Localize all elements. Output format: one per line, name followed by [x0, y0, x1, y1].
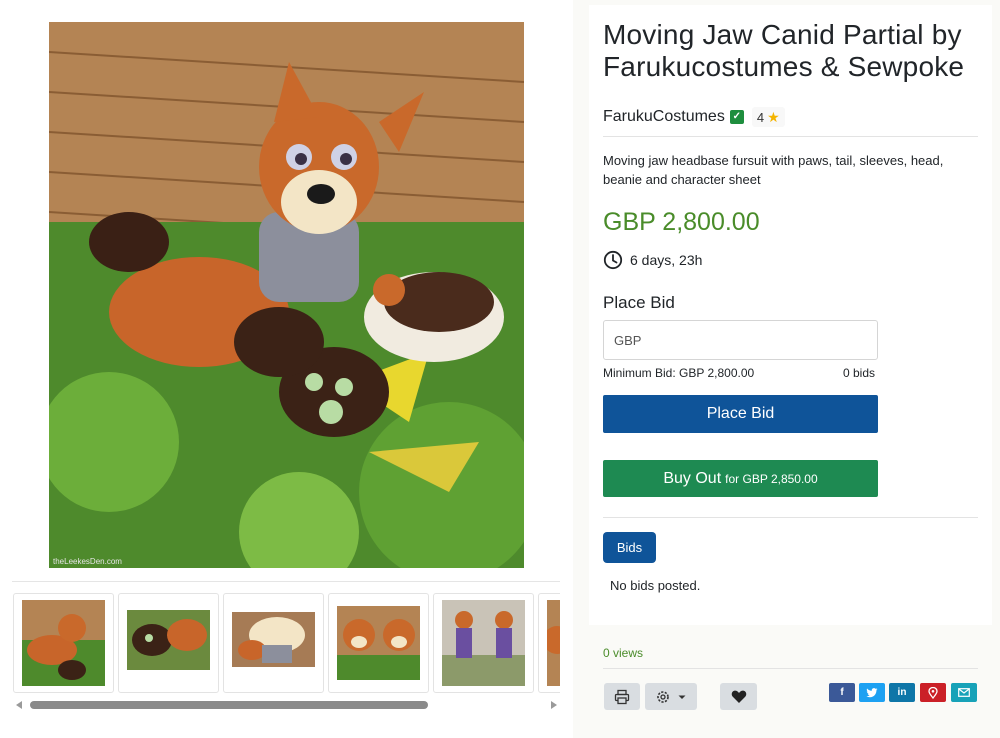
- thumbnail-image: [22, 600, 105, 686]
- settings-dropdown-button[interactable]: [645, 683, 697, 710]
- listing-details-panel: Moving Jaw Canid Partial by Farukucostum…: [589, 5, 992, 625]
- seller-name-link[interactable]: FarukuCostumes: [603, 108, 725, 126]
- printer-icon: [614, 689, 630, 704]
- place-bid-button[interactable]: Place Bid: [603, 395, 878, 433]
- share-email-button[interactable]: [951, 683, 977, 702]
- listing-price: GBP 2,800.00: [603, 208, 760, 236]
- bid-amount-input[interactable]: [603, 320, 878, 360]
- twitter-icon: [866, 687, 878, 697]
- listing-description: Moving jaw headbase fursuit with paws, t…: [603, 153, 944, 187]
- bid-count-text: 0 bids: [843, 366, 876, 380]
- verified-check-icon: ✓: [729, 110, 744, 124]
- email-icon: [958, 688, 970, 697]
- thumbnail-2[interactable]: [118, 593, 219, 693]
- time-remaining: 6 days, 23h: [603, 250, 702, 270]
- scroll-right-arrow-icon[interactable]: [551, 701, 557, 709]
- rating-value: 4: [756, 109, 765, 125]
- heart-icon: [731, 690, 746, 703]
- thumbnail-scrollbar[interactable]: [13, 699, 560, 711]
- scroll-left-arrow-icon[interactable]: [16, 701, 22, 709]
- buy-out-button[interactable]: Buy Out for GBP 2,850.00: [603, 460, 878, 497]
- main-product-image[interactable]: theLeekesDen.com: [49, 22, 524, 568]
- star-icon: ★: [767, 108, 780, 125]
- share-twitter-button[interactable]: [859, 683, 885, 702]
- thumbnail-image: [337, 600, 420, 686]
- thumbnail-strip: [13, 593, 560, 695]
- scrollbar-thumb[interactable]: [30, 701, 428, 709]
- linkedin-icon: in: [897, 687, 907, 698]
- seller-rating-badge[interactable]: 4 ★: [751, 107, 785, 127]
- thumbnail-image: [127, 600, 210, 686]
- place-bid-heading: Place Bid: [603, 293, 675, 312]
- divider: [603, 517, 978, 518]
- share-facebook-button[interactable]: f: [829, 683, 855, 702]
- view-count: 0 views: [603, 646, 644, 660]
- pinterest-icon: [928, 686, 938, 699]
- time-left-text: 6 days, 23h: [630, 252, 703, 268]
- divider: [603, 136, 978, 137]
- divider: [603, 668, 978, 669]
- thumbnail-4[interactable]: [328, 593, 429, 693]
- gear-icon: [657, 690, 669, 703]
- listing-page: theLeekesDen.com Moving Jaw Canid Partia…: [0, 0, 1000, 738]
- seller-row: FarukuCostumes ✓ 4 ★: [603, 106, 785, 128]
- gallery-divider: [12, 581, 560, 582]
- no-bids-message: No bids posted.: [610, 578, 701, 593]
- thumbnail-6[interactable]: [538, 593, 560, 693]
- share-pinterest-button[interactable]: [920, 683, 946, 702]
- minimum-bid-text: Minimum Bid: GBP 2,800.00: [603, 366, 755, 380]
- thumbnail-1[interactable]: [13, 593, 114, 693]
- buy-out-price: for GBP 2,850.00: [725, 472, 818, 486]
- listing-title: Moving Jaw Canid Partial by Farukucostum…: [603, 19, 965, 82]
- clock-icon: [603, 250, 623, 270]
- thumbnail-image: [442, 600, 525, 686]
- favorite-button[interactable]: [720, 683, 757, 710]
- facebook-icon: f: [840, 687, 844, 698]
- fursuit-photo: [49, 22, 524, 568]
- thumbnail-5[interactable]: [433, 593, 534, 693]
- thumbnail-3[interactable]: [223, 593, 324, 693]
- buy-out-label: Buy Out: [663, 470, 722, 487]
- image-watermark: theLeekesDen.com: [53, 557, 122, 566]
- print-button[interactable]: [604, 683, 640, 710]
- thumbnail-image: [547, 600, 560, 686]
- gallery-panel: theLeekesDen.com: [0, 0, 573, 738]
- thumbnail-image: [232, 600, 315, 686]
- chevron-down-icon: [678, 695, 686, 699]
- share-linkedin-button[interactable]: in: [889, 683, 915, 702]
- tab-bids[interactable]: Bids: [603, 532, 656, 563]
